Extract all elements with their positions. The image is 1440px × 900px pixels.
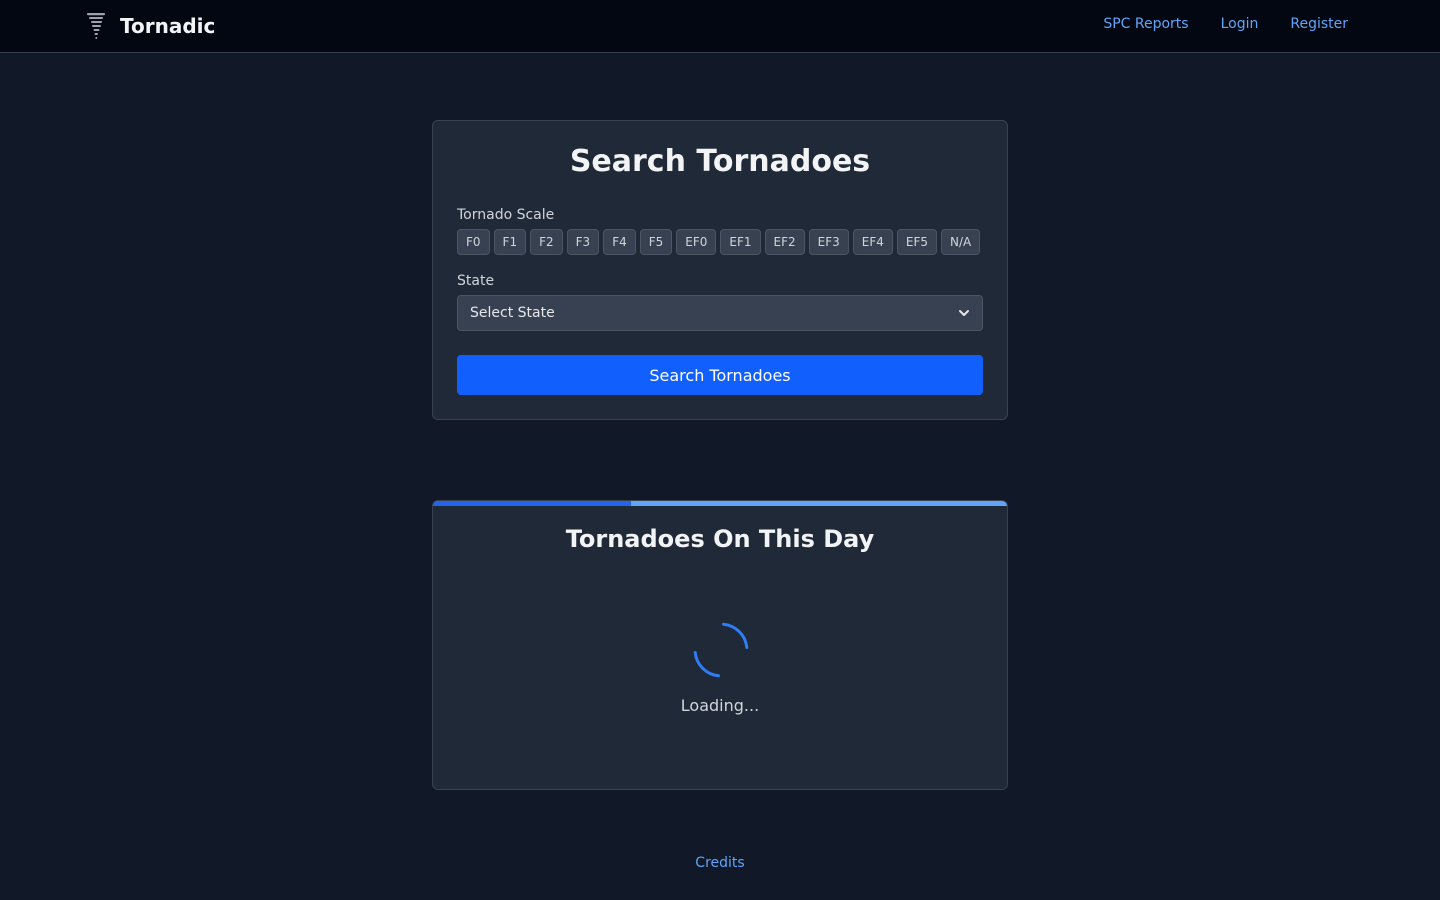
nav-links: SPC Reports Login Register bbox=[1103, 16, 1348, 32]
scale-option-f4[interactable]: F4 bbox=[603, 229, 636, 255]
scale-option-f2[interactable]: F2 bbox=[530, 229, 563, 255]
chevron-down-icon bbox=[959, 310, 969, 316]
scale-option-ef4[interactable]: EF4 bbox=[852, 229, 893, 255]
credits-link[interactable]: Credits bbox=[0, 855, 1440, 871]
scale-option-f1[interactable]: F1 bbox=[493, 229, 527, 255]
on-this-day-card: Tornadoes On This Day Loading... bbox=[432, 500, 1008, 790]
brand-name: Tornadic bbox=[120, 14, 216, 38]
on-this-day-title: Tornadoes On This Day bbox=[565, 525, 875, 553]
scale-option-ef2[interactable]: EF2 bbox=[764, 229, 805, 255]
navbar: Tornadic SPC Reports Login Register bbox=[0, 0, 1440, 53]
search-title: Search Tornadoes bbox=[569, 144, 871, 179]
spinner-icon bbox=[693, 622, 749, 678]
tornado-icon bbox=[87, 13, 105, 39]
tornado-scale-label: Tornado Scale bbox=[457, 207, 555, 223]
scale-option-ef3[interactable]: EF3 bbox=[808, 229, 849, 255]
scale-option-ef5[interactable]: EF5 bbox=[896, 229, 938, 255]
nav-link-login[interactable]: Login bbox=[1221, 16, 1259, 32]
scale-option-f3[interactable]: F3 bbox=[566, 229, 600, 255]
state-label: State bbox=[457, 273, 495, 289]
scale-option-ef1[interactable]: EF1 bbox=[720, 229, 761, 255]
search-card: Search Tornadoes Tornado Scale F0 F1 F2 F3 F… bbox=[432, 120, 1008, 420]
nav-link-spc-reports[interactable]: SPC Reports bbox=[1103, 16, 1188, 32]
search-tornadoes-button[interactable]: Search Tornadoes bbox=[457, 355, 983, 395]
scale-option-na[interactable]: N/A bbox=[941, 229, 981, 255]
state-select-value: Select State bbox=[470, 305, 555, 321]
tornado-scale-options: F0 F1 F2 F3 F4 F5 EF0 EF1 EF2 EF3 EF4 EF5 N/A bbox=[457, 229, 981, 255]
nav-link-register[interactable]: Register bbox=[1290, 16, 1348, 32]
brand[interactable]: Tornadic bbox=[86, 10, 215, 42]
scale-option-ef0[interactable]: EF0 bbox=[676, 229, 717, 255]
loading-progress-bar bbox=[433, 501, 1007, 506]
scale-option-f5[interactable]: F5 bbox=[639, 229, 673, 255]
loading-text: Loading... bbox=[680, 696, 760, 715]
scale-option-f0[interactable]: F0 bbox=[457, 229, 490, 255]
loading-progress-fill bbox=[433, 501, 632, 506]
state-select[interactable]: Select State bbox=[457, 295, 983, 331]
